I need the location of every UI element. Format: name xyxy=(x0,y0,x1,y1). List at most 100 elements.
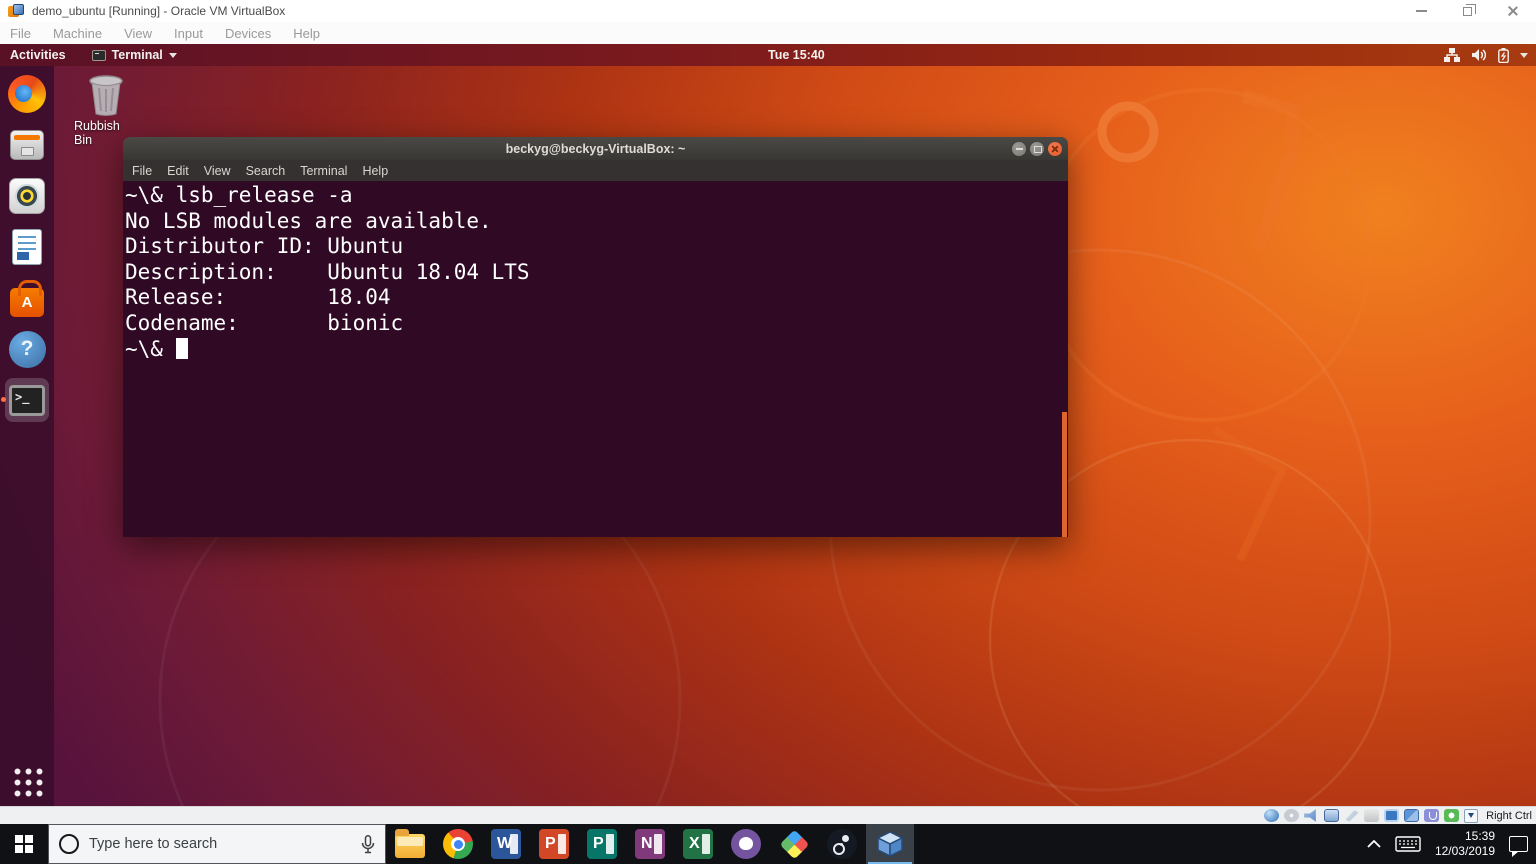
terminal-minimize-button[interactable] xyxy=(1012,142,1026,156)
terminal-menu-help[interactable]: Help xyxy=(362,164,388,178)
mouse-integration-icon[interactable] xyxy=(1424,809,1439,822)
publisher-icon: P xyxy=(587,829,617,859)
taskbar-file-explorer[interactable] xyxy=(386,824,434,864)
minimize-icon xyxy=(1416,10,1427,12)
vm-display[interactable]: Activities Terminal Tue 15:40 A ? >_ xyxy=(0,44,1536,806)
terminal-menu-terminal[interactable]: Terminal xyxy=(300,164,347,178)
minimize-button[interactable] xyxy=(1398,0,1444,22)
app-menu-terminal[interactable]: Terminal xyxy=(92,48,177,62)
running-indicator-dot xyxy=(1,397,6,402)
github-icon xyxy=(731,829,761,859)
virtual-screens-icon[interactable] xyxy=(1404,809,1419,822)
chevron-down-icon xyxy=(1468,813,1474,818)
terminal-scrollbar[interactable] xyxy=(1062,412,1067,537)
taskbar-onenote[interactable]: N xyxy=(626,824,674,864)
show-applications-button[interactable] xyxy=(0,765,54,798)
dock-item-libreoffice-writer[interactable] xyxy=(5,225,49,269)
topbar-clock[interactable]: Tue 15:40 xyxy=(768,44,825,66)
terminal-window[interactable]: beckyg@beckyg-VirtualBox: ~ File Edit Vi… xyxy=(123,137,1068,537)
network-icon xyxy=(1444,48,1460,62)
software-letter: A xyxy=(22,294,33,311)
volume-icon xyxy=(1471,48,1487,62)
terminal-menu-edit[interactable]: Edit xyxy=(167,164,189,178)
taskbar-virtualbox[interactable] xyxy=(866,824,914,864)
terminal-window-controls xyxy=(1012,142,1062,156)
activities-button[interactable]: Activities xyxy=(10,48,66,62)
search-input[interactable] xyxy=(89,836,351,852)
terminal-line: Description: Ubuntu 18.04 LTS xyxy=(125,260,1068,286)
virtualbox-logo-icon xyxy=(8,4,24,18)
taskbar-search[interactable] xyxy=(48,824,386,864)
taskbar-chrome[interactable] xyxy=(434,824,482,864)
dock-item-rhythmbox[interactable] xyxy=(5,174,49,218)
dock-item-firefox[interactable] xyxy=(5,72,49,116)
taskbar-github-desktop[interactable] xyxy=(722,824,770,864)
app-menu-label: Terminal xyxy=(112,48,163,62)
cortana-icon xyxy=(59,834,79,854)
menu-devices[interactable]: Devices xyxy=(225,26,271,41)
tray-clock[interactable]: 15:39 12/03/2019 xyxy=(1435,829,1495,859)
menu-view[interactable]: View xyxy=(124,26,152,41)
network-adapters-icon[interactable] xyxy=(1324,809,1339,822)
taskbar-publisher[interactable]: P xyxy=(578,824,626,864)
touch-keyboard-icon[interactable] xyxy=(1395,835,1421,853)
terminal-close-button[interactable] xyxy=(1048,142,1062,156)
status-menu-button[interactable] xyxy=(1464,809,1478,823)
close-button[interactable] xyxy=(1490,0,1536,22)
terminal-maximize-button[interactable] xyxy=(1030,142,1044,156)
terminal-menu-file[interactable]: File xyxy=(132,164,152,178)
restore-button[interactable] xyxy=(1444,0,1490,22)
dock-item-ubuntu-software[interactable]: A xyxy=(5,276,49,320)
terminal-menubar: File Edit View Search Terminal Help xyxy=(123,160,1068,181)
publisher-letter: P xyxy=(593,835,604,853)
excel-icon: X xyxy=(683,829,713,859)
taskbar-powerpoint[interactable]: P xyxy=(530,824,578,864)
start-button[interactable] xyxy=(0,824,48,864)
powerpoint-letter: P xyxy=(545,835,556,853)
terminal-menu-search[interactable]: Search xyxy=(246,164,286,178)
terminal-titlebar[interactable]: beckyg@beckyg-VirtualBox: ~ xyxy=(123,137,1068,160)
dock-item-terminal[interactable]: >_ xyxy=(5,378,49,422)
action-center-icon[interactable] xyxy=(1509,836,1528,852)
firefox-icon xyxy=(8,75,46,113)
vbox-statusbar: Right Ctrl xyxy=(0,806,1536,824)
chevron-down-icon xyxy=(169,53,177,58)
terminal-output[interactable]: ~\& lsb_release -a No LSB modules are av… xyxy=(123,181,1068,537)
menu-input[interactable]: Input xyxy=(174,26,203,41)
ubuntu-dock: A ? >_ xyxy=(0,66,54,806)
terminal-glyph: >_ xyxy=(15,390,29,404)
display-icon[interactable] xyxy=(1384,809,1399,822)
help-glyph: ? xyxy=(21,337,34,361)
ubuntu-software-icon: A xyxy=(10,288,44,317)
diamond-app-icon xyxy=(779,829,809,859)
terminal-title: beckyg@beckyg-VirtualBox: ~ xyxy=(506,142,686,156)
terminal-line: ~\& lsb_release -a xyxy=(125,183,1068,209)
topbar-system-menu[interactable] xyxy=(1444,44,1528,66)
host-titlebar: demo_ubuntu [Running] - Oracle VM Virtua… xyxy=(0,0,1536,22)
microphone-icon[interactable] xyxy=(361,835,375,854)
ubuntu-topbar: Activities Terminal Tue 15:40 xyxy=(0,44,1536,66)
terminal-menu-view[interactable]: View xyxy=(204,164,231,178)
shared-clipboard-icon[interactable] xyxy=(1444,809,1459,822)
taskbar-steam[interactable] xyxy=(818,824,866,864)
host-window-title: demo_ubuntu [Running] - Oracle VM Virtua… xyxy=(32,4,285,18)
help-icon: ? xyxy=(9,331,46,368)
steam-icon xyxy=(827,829,857,859)
menu-file[interactable]: File xyxy=(10,26,31,41)
terminal-line: Release: 18.04 xyxy=(125,285,1068,311)
taskbar-diamond-app[interactable] xyxy=(770,824,818,864)
usb-icon[interactable] xyxy=(1344,809,1359,822)
hard-disk-icon[interactable] xyxy=(1264,809,1279,822)
windows-logo-icon xyxy=(15,835,33,853)
menu-machine[interactable]: Machine xyxy=(53,26,102,41)
chrome-icon xyxy=(443,829,473,859)
taskbar-word[interactable]: W xyxy=(482,824,530,864)
menu-help[interactable]: Help xyxy=(293,26,320,41)
dock-item-files[interactable] xyxy=(5,123,49,167)
taskbar-excel[interactable]: X xyxy=(674,824,722,864)
audio-icon[interactable] xyxy=(1304,809,1319,822)
tray-chevron-icon[interactable] xyxy=(1367,840,1381,849)
optical-disc-icon[interactable] xyxy=(1284,809,1299,822)
shared-folders-icon[interactable] xyxy=(1364,809,1379,822)
dock-item-help[interactable]: ? xyxy=(5,327,49,371)
